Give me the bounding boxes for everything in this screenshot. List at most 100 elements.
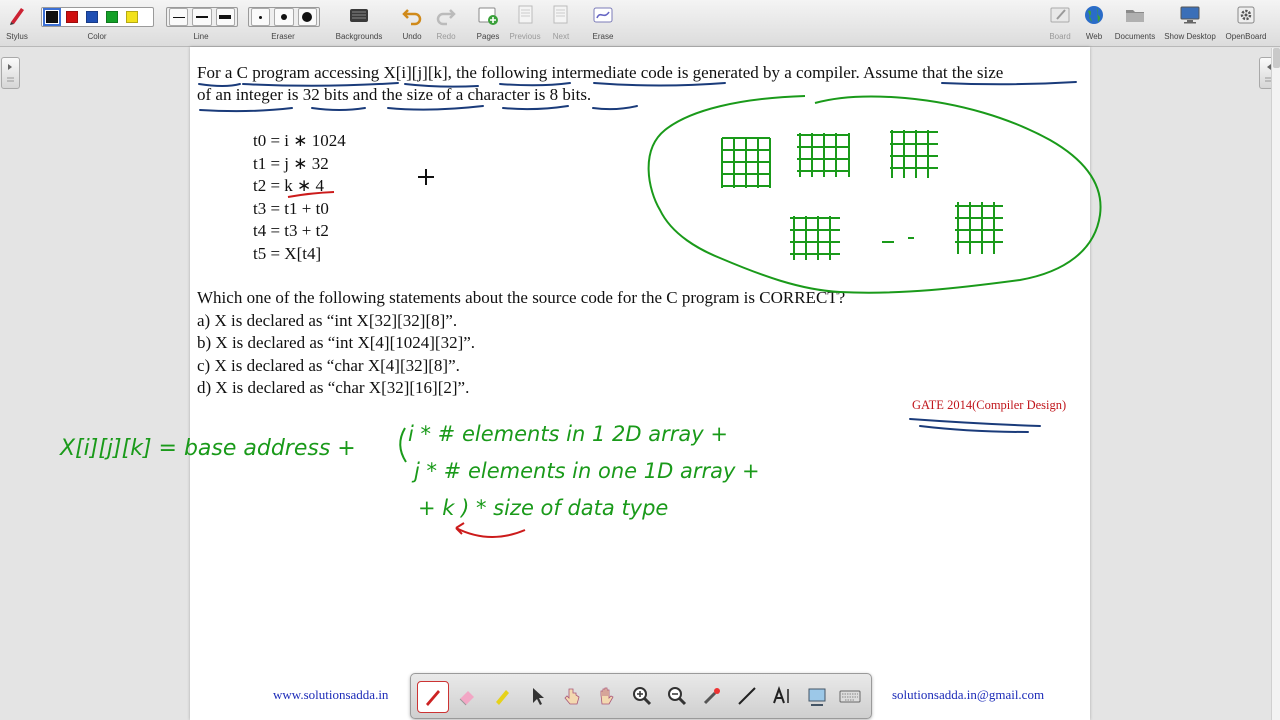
keyboard-icon <box>839 690 861 703</box>
show-desktop-button[interactable]: Show Desktop <box>1160 0 1220 46</box>
color-label: Color <box>87 32 107 41</box>
color-group: Color <box>40 0 154 46</box>
zoom-in-icon <box>633 687 652 706</box>
add-page-icon <box>478 7 498 25</box>
mcq-option: a) X is declared as “int X[32][32][8]”. <box>197 310 458 330</box>
documents-button[interactable]: Documents <box>1110 0 1160 46</box>
code-line: t4 = t3 + t2 <box>253 221 329 240</box>
erase-page-icon <box>593 7 613 23</box>
backgrounds-button[interactable]: Backgrounds <box>332 0 386 46</box>
footer-website: www.solutionsadda.in <box>273 687 389 702</box>
zoom-in-tool-button[interactable] <box>627 681 657 711</box>
stylus-icon <box>10 8 24 25</box>
pointer-arrow-icon <box>533 688 544 705</box>
previous-page-icon <box>518 5 533 24</box>
hand-tool-button[interactable] <box>592 681 622 711</box>
hand-icon <box>600 687 614 705</box>
backgrounds-icon <box>350 9 368 22</box>
redo-label: Redo <box>436 32 456 41</box>
interact-tool-button[interactable] <box>557 681 587 711</box>
undo-icon <box>402 9 422 26</box>
laser-pointer-tool-button[interactable] <box>697 681 727 711</box>
openboard-label: OpenBoard <box>1225 32 1267 41</box>
pages-button[interactable]: Pages <box>472 0 504 46</box>
zoom-out-icon <box>668 687 687 706</box>
zoom-out-tool-button[interactable] <box>662 681 692 711</box>
scrollbar-thumb[interactable] <box>1273 48 1280 68</box>
web-button[interactable]: Web <box>1080 0 1108 46</box>
footer-email: solutionsadda.in@gmail.com <box>892 687 1045 702</box>
question-text: For a C program accessing X[i][j][k], th… <box>197 62 1087 106</box>
previous-button[interactable]: Previous <box>507 0 543 46</box>
redo-button[interactable]: Redo <box>431 0 461 46</box>
globe-icon <box>1085 6 1103 24</box>
hand-pointer-icon <box>564 688 580 705</box>
eraser-tool-button[interactable] <box>452 681 482 711</box>
redo-icon <box>436 9 456 26</box>
line-medium-button[interactable] <box>192 8 212 26</box>
text-icon <box>773 686 789 704</box>
openboard-button[interactable]: OpenBoard <box>1220 0 1272 46</box>
expand-left-icon <box>7 64 14 82</box>
line-width-group: Line <box>166 0 238 46</box>
capture-icon <box>808 688 826 706</box>
color-swatch-blue[interactable] <box>86 11 98 23</box>
stylus-button[interactable]: Stylus <box>0 0 34 46</box>
line-thick-button[interactable] <box>215 8 235 26</box>
show-desktop-label: Show Desktop <box>1164 32 1216 41</box>
eraser-large-button[interactable] <box>297 8 317 26</box>
documents-label: Documents <box>1114 32 1156 41</box>
line-width-buttons <box>166 7 238 27</box>
laser-pointer-icon <box>703 688 720 705</box>
capture-tool-button[interactable] <box>802 681 832 711</box>
gear-icon <box>1237 6 1255 24</box>
erase-button[interactable]: Erase <box>588 0 618 46</box>
intermediate-code: t0 = i ∗ 1024 t1 = j ∗ 32 t2 = k ∗ 4 t3 … <box>253 130 346 265</box>
erase-label: Erase <box>592 32 614 41</box>
main-toolbar: Stylus Color Line Eraser Backgrounds Und… <box>0 0 1280 47</box>
pen-tool-button[interactable] <box>417 681 449 713</box>
code-line: t0 = i ∗ 1024 <box>253 131 346 150</box>
board-button[interactable]: Board <box>1044 0 1076 46</box>
line-thin-button[interactable] <box>169 8 189 26</box>
mcq-option: c) X is declared as “char X[4][32][8]”. <box>197 355 460 375</box>
eraser-small-button[interactable] <box>251 8 271 26</box>
mcq-block: Which one of the following statements ab… <box>197 287 845 400</box>
code-line: t1 = j ∗ 32 <box>253 153 329 173</box>
undo-label: Undo <box>402 32 422 41</box>
code-line: t3 = t1 + t0 <box>253 198 329 218</box>
color-swatch-black[interactable] <box>43 8 61 26</box>
crosshair-cursor <box>418 169 434 185</box>
board-label: Board <box>1049 32 1071 41</box>
pen-icon <box>426 690 440 706</box>
previous-label: Previous <box>509 32 541 41</box>
next-button[interactable]: Next <box>546 0 576 46</box>
eraser-medium-button[interactable] <box>274 8 294 26</box>
text-tool-button[interactable] <box>767 681 797 711</box>
eraser-size-group: Eraser <box>248 0 320 46</box>
keyboard-tool-button[interactable] <box>835 681 865 711</box>
eraser-size-buttons <box>248 7 320 27</box>
board-page[interactable]: For a C program accessing X[i][j][k], th… <box>190 47 1090 720</box>
line-label: Line <box>193 32 209 41</box>
left-panel-toggle[interactable] <box>1 57 20 89</box>
line-tool-button[interactable] <box>732 681 762 711</box>
code-line: t5 = X[t4] <box>253 243 322 263</box>
selector-tool-button[interactable] <box>522 681 552 711</box>
code-line: t2 = k ∗ 4 <box>253 176 325 195</box>
undo-button[interactable]: Undo <box>397 0 427 46</box>
marker-icon <box>496 690 509 705</box>
color-swatches <box>41 7 154 27</box>
question-line-2: of an integer is 32 bits and the size of… <box>197 85 592 104</box>
pages-label: Pages <box>476 32 500 41</box>
right-scrollbar[interactable] <box>1271 48 1280 720</box>
marker-tool-button[interactable] <box>487 681 517 711</box>
eraser-icon <box>459 691 474 706</box>
color-swatch-yellow[interactable] <box>126 11 138 23</box>
mcq-prompt: Which one of the following statements ab… <box>197 288 846 307</box>
tool-dock <box>410 673 872 719</box>
eraser-label: Eraser <box>271 32 295 41</box>
color-swatch-red[interactable] <box>66 11 78 23</box>
question-line-1: For a C program accessing X[i][j][k], th… <box>197 63 1004 82</box>
color-swatch-green[interactable] <box>106 11 118 23</box>
